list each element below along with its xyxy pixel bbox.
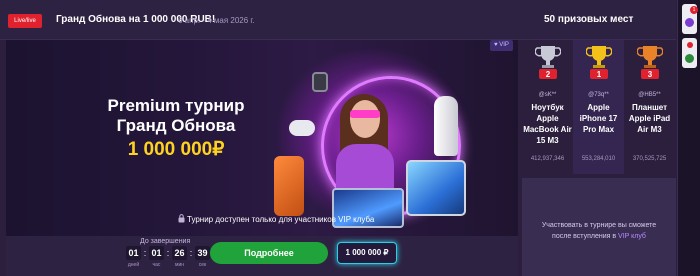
- gold-trophy-icon: 1: [586, 46, 612, 79]
- countdown-hours-unit: час: [152, 262, 161, 268]
- countdown-hours-value: 01: [149, 246, 164, 260]
- countdown-minutes-unit: мин: [175, 262, 184, 268]
- countdown-timer: 01 дней : 01 час : 26 мин : 39 сек: [126, 246, 210, 268]
- live-badge: Live/live: [8, 14, 42, 28]
- notification-badge: 1: [690, 6, 698, 14]
- model-face-illustration: [350, 100, 380, 138]
- vip-only-text: Турнир доступен только для участников VI…: [187, 215, 375, 224]
- countdown-hours: 01 час: [149, 246, 164, 268]
- lottery-button[interactable]: [682, 38, 697, 68]
- leader-score: 553,284,010: [581, 156, 616, 162]
- banner-headline: Premium турнир Гранд Обнова 1 000 000₽: [106, 96, 246, 162]
- countdown-seconds-value: 39: [195, 246, 210, 260]
- leader-username: @HB5**: [638, 92, 661, 98]
- countdown-seconds: 39 сек: [195, 246, 210, 268]
- countdown-minutes: 26 мин: [172, 246, 187, 268]
- leader-card-place-1: 1 @73q** Apple iPhone 17 Pro Max 553,284…: [573, 40, 624, 174]
- countdown-days-value: 01: [126, 246, 141, 260]
- leader-prize: Ноутбук Apple MacBook Air 15 M3: [523, 103, 572, 145]
- countdown-separator: :: [143, 248, 147, 258]
- tournament-banner: Premium турнир Гранд Обнова 1 000 000₽: [6, 40, 518, 236]
- green-ball-icon: [685, 54, 694, 63]
- countdown-separator: :: [189, 248, 193, 258]
- leaderboard-top3: 2 @sK** Ноутбук Apple MacBook Air 15 M3 …: [522, 40, 676, 174]
- game-console-illustration: [434, 96, 458, 156]
- iphone-illustration: [274, 156, 304, 216]
- ipad-illustration: [406, 160, 466, 216]
- lock-icon: [178, 214, 185, 223]
- tournament-footer: До завершения 01 дней : 01 час : 26 мин …: [6, 236, 518, 276]
- purple-orb-icon: [685, 18, 694, 27]
- countdown-days-unit: дней: [127, 262, 140, 268]
- leader-prize: Планшет Apple iPad Air M3: [628, 103, 671, 134]
- right-sidebar: 1: [677, 0, 700, 276]
- model-body-illustration: [336, 144, 394, 194]
- leader-card-place-2: 2 @sK** Ноутбук Apple MacBook Air 15 M3 …: [522, 40, 573, 174]
- red-dot-icon: [687, 42, 693, 48]
- countdown-days: 01 дней: [126, 246, 141, 268]
- leader-card-place-3: 3 @HB5** Планшет Apple iPad Air M3 370,5…: [624, 40, 675, 174]
- join-info-box: Участвовать в турнире вы сможете после в…: [522, 178, 676, 276]
- countdown-separator: :: [166, 248, 170, 258]
- countdown-minutes-value: 26: [172, 246, 187, 260]
- leader-username: @sK**: [538, 92, 557, 98]
- details-button[interactable]: Подробнее: [210, 242, 328, 264]
- gamepad-illustration: [289, 120, 315, 136]
- prize-pool-pill: 1 000 000 ₽: [337, 242, 397, 264]
- countdown-seconds-unit: сек: [198, 262, 207, 268]
- leader-prize: Apple iPhone 17 Pro Max: [579, 103, 618, 134]
- place-number: 1: [597, 70, 602, 79]
- leader-username: @73q**: [588, 92, 609, 98]
- silver-trophy-icon: 2: [535, 46, 561, 79]
- smartwatch-illustration: [312, 72, 328, 92]
- place-number: 3: [648, 70, 653, 79]
- join-info-text: Участвовать в турнире вы сможете после в…: [532, 220, 666, 242]
- model-glasses-illustration: [350, 110, 380, 118]
- vip-club-link[interactable]: VIP клуб: [618, 233, 646, 240]
- leader-score: 412,937,346: [530, 156, 565, 162]
- headline-line1: Premium турнир: [107, 96, 245, 115]
- prize-places-count: 50 призовых мест: [544, 14, 634, 25]
- tournament-header: Live/live Гранд Обнова на 1 000 000 RUB!…: [0, 0, 676, 40]
- vip-only-notice: Турнир доступен только для участников VI…: [6, 210, 518, 230]
- tournament-dates: 6 апр. - 4 мая 2026 г.: [178, 16, 255, 25]
- notifications-button[interactable]: 1: [682, 4, 698, 34]
- leader-score: 370,525,725: [632, 156, 667, 162]
- headline-amount: 1 000 000₽: [127, 139, 225, 160]
- headline-line2: Гранд Обнова: [116, 116, 236, 135]
- bronze-trophy-icon: 3: [637, 46, 663, 79]
- place-number: 2: [546, 70, 551, 79]
- vip-chip: ♥ VIP: [490, 40, 513, 51]
- countdown-label: До завершения: [140, 238, 191, 245]
